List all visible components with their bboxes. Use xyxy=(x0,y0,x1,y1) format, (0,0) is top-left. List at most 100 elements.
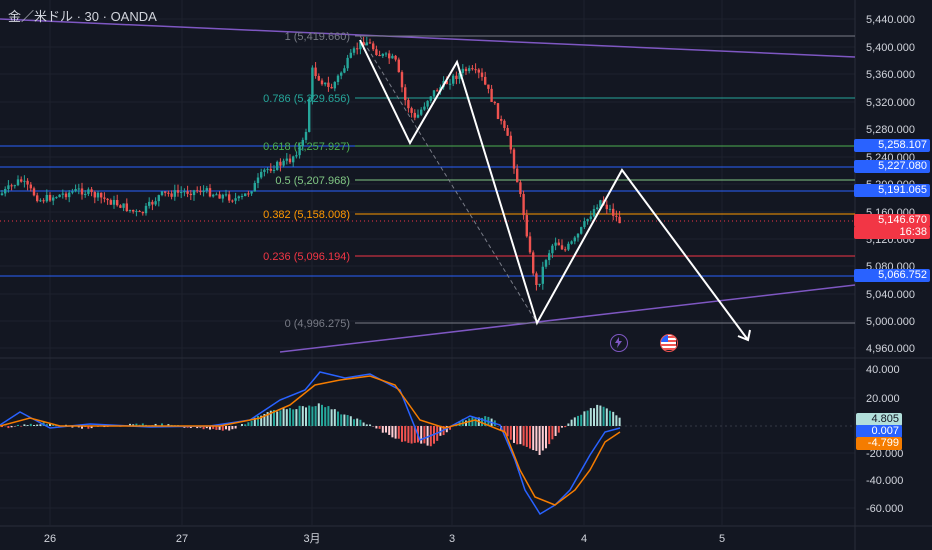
candle-body xyxy=(372,43,375,50)
histogram-bar xyxy=(289,408,291,426)
candle-body xyxy=(23,180,26,182)
candle-body xyxy=(413,112,416,118)
candle-body xyxy=(269,168,272,171)
candle-body xyxy=(224,194,228,196)
time-label: 3月 xyxy=(303,533,320,545)
histogram-bar xyxy=(247,422,250,426)
candle-body xyxy=(135,211,138,213)
histogram-bar xyxy=(599,405,602,426)
candle-body xyxy=(189,193,192,196)
histogram-bar xyxy=(609,410,611,426)
fib-level-label: 0.786 (5,329.656) xyxy=(263,93,350,105)
fib-level-label: 0 (4,996.275) xyxy=(285,318,350,330)
candle-body xyxy=(580,227,583,234)
histogram-bar xyxy=(10,426,13,428)
us-flag-icon[interactable] xyxy=(660,334,678,352)
histogram-bar xyxy=(365,424,368,426)
histogram-bar xyxy=(567,423,570,426)
trendline-lower xyxy=(279,284,856,353)
histogram-bar xyxy=(340,414,343,426)
lightning-icon[interactable] xyxy=(610,334,628,352)
candle-body xyxy=(336,75,340,83)
fib-level-label: 0.618 (5,257.927) xyxy=(263,141,350,153)
candle-body xyxy=(516,168,519,183)
candle-body xyxy=(215,194,218,196)
histogram-bar xyxy=(324,407,327,426)
candle-body xyxy=(605,204,608,210)
chart-canvas[interactable]: 1 (5,419.660) 0.786 (5,329.656) 0.618 (5,2… xyxy=(0,0,932,550)
candle-body xyxy=(496,103,500,119)
candle-body xyxy=(122,203,125,208)
candle-body xyxy=(116,199,119,206)
histogram-bar xyxy=(516,426,519,445)
candle-body xyxy=(320,80,324,85)
histogram-bar xyxy=(276,411,279,426)
candle-body xyxy=(384,53,388,55)
candle-body xyxy=(541,266,544,284)
candle-body xyxy=(394,55,397,60)
candle-body xyxy=(570,241,573,244)
candle-body xyxy=(128,209,132,212)
candle-body xyxy=(167,192,170,194)
time-label: 4 xyxy=(581,533,587,545)
candle-body xyxy=(55,197,58,199)
candle-body xyxy=(304,131,308,140)
candle-body xyxy=(400,72,404,88)
histogram-bar xyxy=(33,424,35,426)
candle-body xyxy=(84,193,87,195)
candle-body xyxy=(173,190,176,197)
time-label: 3 xyxy=(449,533,455,545)
candle-body xyxy=(100,192,103,198)
histogram-bar xyxy=(548,426,551,445)
histogram-bar xyxy=(17,424,19,426)
candle-body xyxy=(586,219,589,222)
candle-body xyxy=(324,82,327,85)
candle-body xyxy=(96,192,100,198)
candle-body xyxy=(368,42,372,44)
price-tag: 5,258.107 xyxy=(854,139,930,152)
candle-body xyxy=(106,198,109,201)
histogram-bar xyxy=(471,417,474,426)
price-tag: 16:38 xyxy=(854,226,930,239)
histogram-bar xyxy=(535,426,538,451)
candle-body xyxy=(52,197,55,201)
candle-body xyxy=(448,83,452,85)
candle-body xyxy=(423,106,426,110)
candle-body xyxy=(589,216,592,220)
histogram-bar xyxy=(343,414,346,426)
histogram-bar xyxy=(244,424,247,426)
histogram-bar xyxy=(426,426,429,446)
candle-body xyxy=(7,185,10,190)
candle-body xyxy=(205,188,208,191)
osc-tick-label: -60.000 xyxy=(866,503,903,515)
candle-body xyxy=(208,188,212,197)
price-tick-label: 5,400.000 xyxy=(866,42,915,54)
candle-body xyxy=(285,158,288,161)
time-label: 26 xyxy=(44,533,56,545)
symbol-title[interactable]: 金／米ドル · 30 · OANDA xyxy=(8,6,157,25)
candle-body xyxy=(333,82,336,89)
candle-body xyxy=(132,209,135,212)
price-tag: 5,191.065 xyxy=(854,184,930,197)
time-label: 27 xyxy=(176,533,188,545)
candle-body xyxy=(176,190,180,193)
histogram-bar xyxy=(580,414,583,426)
histogram-bar xyxy=(301,406,304,426)
candle-body xyxy=(26,180,29,185)
candle-body xyxy=(404,87,407,101)
histogram-bar xyxy=(369,424,371,426)
candle-body xyxy=(237,196,240,199)
candle-body xyxy=(4,189,7,194)
candle-body xyxy=(244,193,247,197)
histogram-bar xyxy=(305,407,307,426)
fib-level-label: 0.5 (5,207.968) xyxy=(275,175,350,187)
price-tick-label: 5,320.000 xyxy=(866,97,915,109)
candle-body xyxy=(391,55,394,59)
candle-body xyxy=(330,86,333,89)
histogram-bar xyxy=(359,419,362,426)
histogram-bar xyxy=(298,405,301,426)
candle-body xyxy=(420,109,423,115)
candle-body xyxy=(490,88,493,102)
candle-body xyxy=(87,189,90,194)
price-tick-label: 5,360.000 xyxy=(866,69,915,81)
